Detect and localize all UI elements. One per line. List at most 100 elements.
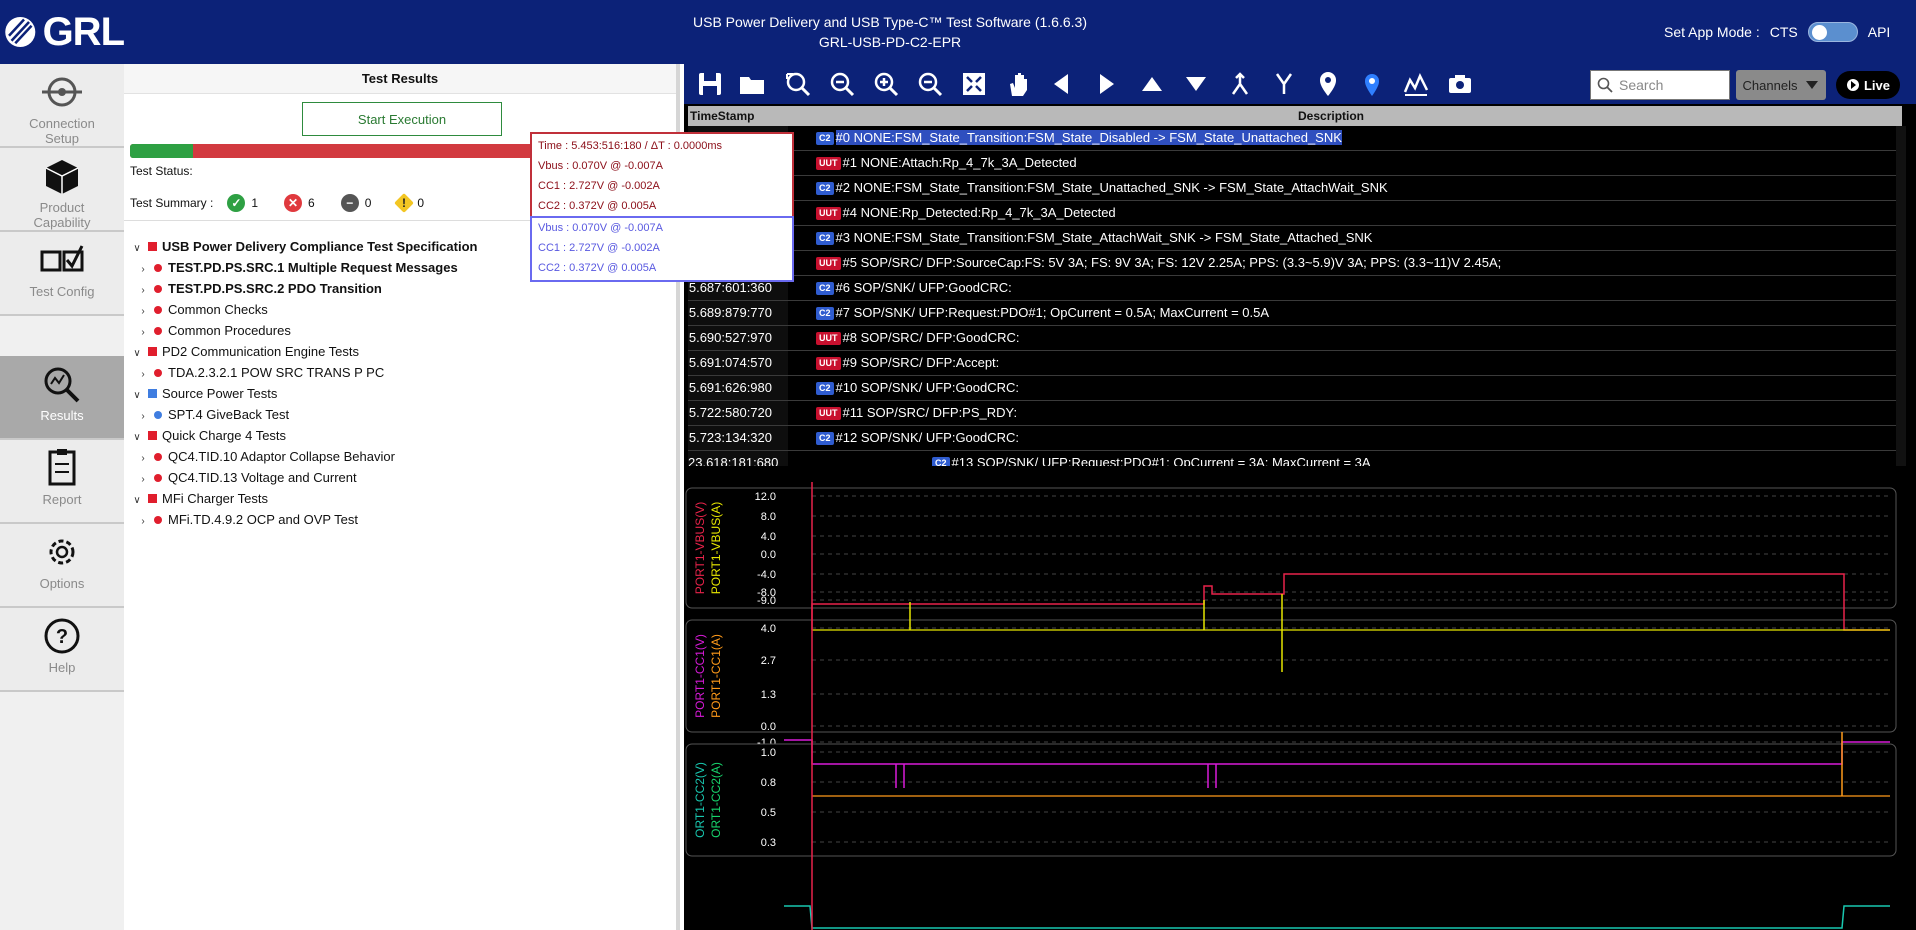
zoom-fit-icon[interactable]: [784, 70, 812, 98]
tree-item[interactable]: › TEST.PD.PS.SRC.2 PDO Transition: [130, 278, 477, 299]
table-row[interactable]: 5.687:601:360 C2 #6 SOP/SNK/ UFP:GoodCRC:: [688, 276, 1902, 301]
tree-label: MFi.TD.4.9.2 OCP and OVP Test: [168, 512, 359, 527]
tree-group[interactable]: ∨ MFi Charger Tests: [130, 488, 477, 509]
table-row[interactable]: 5.689:879:770 C2 #7 SOP/SNK/ UFP:Request:P…: [688, 301, 1902, 326]
open-folder-icon[interactable]: [738, 70, 766, 98]
sidebar-label: Connection: [29, 116, 95, 131]
table-row[interactable]: 5.691:626:980 C2 #10 SOP/SNK/ UFP:GoodCRC:: [688, 376, 1902, 401]
zoom-out-icon[interactable]: [828, 70, 856, 98]
tree-group[interactable]: ∨ Source Power Tests: [130, 383, 477, 404]
status-dot-icon: [154, 285, 162, 293]
live-button[interactable]: Live: [1836, 71, 1900, 99]
tree-item[interactable]: › QC4.TID.10 Adaptor Collapse Behavior: [130, 446, 477, 467]
table-row[interactable]: 5.691:074:570 UUT #9 SOP/SRC/ DFP:Accept:: [688, 351, 1902, 376]
chevron-right-icon[interactable]: ›: [136, 364, 150, 385]
search-placeholder: Search: [1619, 77, 1664, 93]
tree-item[interactable]: › SPT.4 GiveBack Test: [130, 404, 477, 425]
search-input[interactable]: Search: [1590, 70, 1730, 100]
chevron-down-icon[interactable]: ∨: [130, 385, 144, 406]
table-row[interactable]: C2 #2 NONE:FSM_State_Transition:FSM_State…: [688, 176, 1902, 201]
summary-label: Test Summary :: [130, 196, 214, 210]
chevron-right-icon[interactable]: ›: [136, 259, 150, 280]
chevron-right-icon[interactable]: ›: [136, 511, 150, 532]
table-row[interactable]: UUT #4 NONE:Rp_Detected:Rp_4_7k_3A_Detect…: [688, 201, 1902, 226]
arrow-right-icon[interactable]: [1092, 70, 1120, 98]
y-tick-label: 4.0: [761, 623, 776, 635]
tree-group[interactable]: ∨ USB Power Delivery Compliance Test Spec…: [130, 236, 477, 257]
row-text: #0 NONE:FSM_State_Transition:FSM_State_D…: [835, 130, 1342, 145]
y-tick-label: 12.0: [755, 491, 776, 503]
chevron-right-icon[interactable]: ›: [136, 301, 150, 322]
chevron-right-icon[interactable]: ›: [136, 448, 150, 469]
chevron-right-icon[interactable]: ›: [136, 406, 150, 427]
chevron-down-icon[interactable]: ∨: [130, 238, 144, 259]
source-badge: UUT: [816, 357, 841, 370]
start-execution-button[interactable]: Start Execution: [302, 102, 502, 136]
chevron-right-icon[interactable]: ›: [136, 322, 150, 343]
waveform-icon[interactable]: [1402, 70, 1430, 98]
mode-toggle[interactable]: [1807, 22, 1858, 42]
source-badge: UUT: [816, 332, 841, 345]
marker-icon[interactable]: [1314, 70, 1342, 98]
table-row[interactable]: C2 #3 NONE:FSM_State_Transition:FSM_State…: [688, 226, 1902, 251]
fullscreen-icon[interactable]: [960, 70, 988, 98]
zoom-in-icon[interactable]: [872, 70, 900, 98]
chevron-right-icon[interactable]: ›: [136, 469, 150, 490]
chevron-down-icon[interactable]: ∨: [130, 343, 144, 364]
sidebar-item-test-config[interactable]: Test Config: [0, 232, 124, 316]
merge-icon[interactable]: [1226, 70, 1254, 98]
help-icon: ?: [44, 618, 80, 654]
test-status: Test Status:: [130, 164, 193, 178]
arrow-up-icon[interactable]: [1138, 70, 1166, 98]
table-row[interactable]: UUT #1 NONE:Attach:Rp_4_7k_3A_Detected: [688, 151, 1902, 176]
status-dot-icon: [154, 327, 162, 335]
sidebar-item-results[interactable]: Results: [0, 356, 124, 440]
y-tick-label: 0.0: [761, 721, 776, 733]
tree-group[interactable]: ∨ Quick Charge 4 Tests: [130, 425, 477, 446]
tree-item[interactable]: › TDA.2.3.2.1 POW SRC TRANS P PC: [130, 362, 477, 383]
channels-dropdown[interactable]: Channels: [1736, 70, 1826, 100]
tooltip2-vbus: Vbus : 0.070V @ -0.007A: [538, 222, 663, 234]
mode-cts: CTS: [1769, 24, 1798, 40]
arrow-left-icon[interactable]: [1048, 70, 1076, 98]
sidebar-item-connection-setup[interactable]: Connection Setup: [0, 64, 124, 148]
zoom-out-all-icon[interactable]: [916, 70, 944, 98]
tree-group[interactable]: ∨ PD2 Communication Engine Tests: [130, 341, 477, 362]
tooltip-cc2: CC2 : 0.372V @ 0.005A: [538, 200, 657, 212]
table-row[interactable]: C2 #0 NONE:FSM_State_Transition:FSM_State…: [688, 126, 1902, 151]
sidebar-item-report[interactable]: Report: [0, 440, 124, 524]
tree-item[interactable]: › Common Checks: [130, 299, 477, 320]
row-description: C2 #12 SOP/SNK/ UFP:GoodCRC:: [816, 426, 1019, 450]
chevron-right-icon[interactable]: ›: [136, 280, 150, 301]
table-row[interactable]: UUT #5 SOP/SRC/ DFP:SourceCap:FS: 5V 3A; …: [688, 251, 1902, 276]
chevron-down-icon[interactable]: ∨: [130, 427, 144, 448]
tree-item[interactable]: › QC4.TID.13 Voltage and Current: [130, 467, 477, 488]
trace-panel: Search Channels Live TimeStamp Descripti…: [530, 64, 1916, 930]
tree-item[interactable]: › TEST.PD.PS.SRC.1 Multiple Request Messa…: [130, 257, 477, 278]
table-row[interactable]: 5.723:134:320 C2 #12 SOP/SNK/ UFP:GoodCRC:: [688, 426, 1902, 451]
location-pin-icon[interactable]: [1358, 70, 1386, 98]
svg-text:?: ?: [56, 626, 68, 648]
sidebar-label: Capability: [33, 215, 91, 230]
tree-item[interactable]: › MFi.TD.4.9.2 OCP and OVP Test: [130, 509, 477, 530]
table-row[interactable]: 23.618:181:680 C2 #13 SOP/SNK/ UFP:Request…: [688, 451, 1902, 466]
tree-label: PD2 Communication Engine Tests: [162, 344, 360, 359]
grid-scrollbar[interactable]: [1896, 126, 1906, 466]
row-text: #3 NONE:FSM_State_Transition:FSM_State_A…: [835, 230, 1373, 245]
tree-item[interactable]: › Common Procedures: [130, 320, 477, 341]
sidebar-item-help[interactable]: ? Help: [0, 608, 124, 692]
arrow-down-icon[interactable]: [1182, 70, 1210, 98]
connection-icon: [42, 77, 82, 107]
save-icon[interactable]: [696, 70, 724, 98]
camera-icon[interactable]: [1446, 70, 1474, 98]
sidebar-item-options[interactable]: Options: [0, 524, 124, 608]
pan-hand-icon[interactable]: [1004, 70, 1032, 98]
y-tick-label: 4.0: [761, 531, 776, 543]
sidebar-item-product-capability[interactable]: Product Capability: [0, 148, 124, 232]
table-row[interactable]: 5.722:580:720 UUT #11 SOP/SRC/ DFP:PS_RDY:: [688, 401, 1902, 426]
split-icon[interactable]: [1270, 70, 1298, 98]
table-row[interactable]: 5.690:527:970 UUT #8 SOP/SRC/ DFP:GoodCRC:: [688, 326, 1902, 351]
trace-grid[interactable]: C2 #0 NONE:FSM_State_Transition:FSM_State…: [688, 126, 1902, 466]
app-title-line2: GRL-USB-PD-C2-EPR: [818, 34, 962, 50]
chevron-down-icon[interactable]: ∨: [130, 490, 144, 511]
